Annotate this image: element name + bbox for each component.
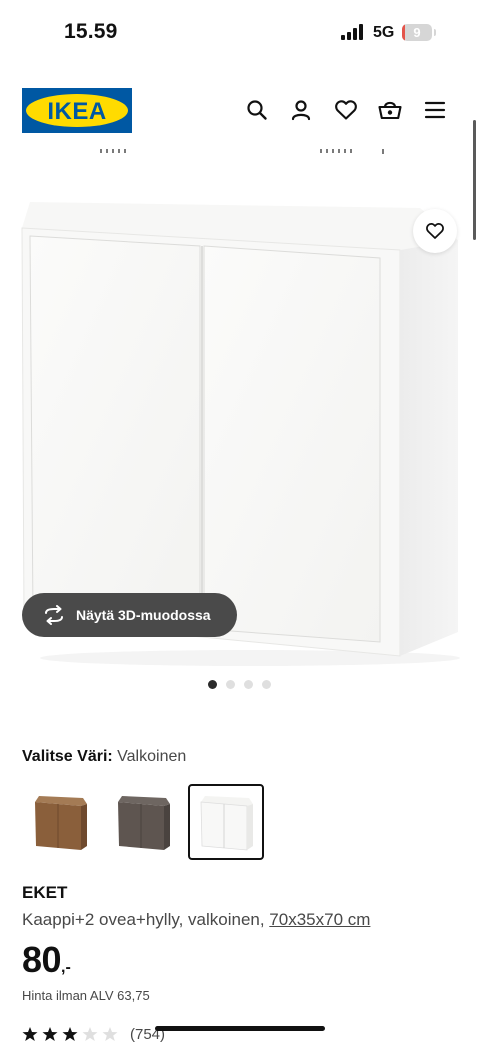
site-header: IKEA (0, 80, 480, 140)
price-excluding-vat: Hinta ilman ALV 63,75 (22, 988, 150, 1003)
heart-icon (426, 223, 444, 239)
home-indicator[interactable] (155, 1026, 325, 1031)
ikea-logo[interactable]: IKEA (22, 88, 132, 133)
product-price: 80 ,- (22, 938, 71, 982)
color-swatch-brown[interactable] (22, 784, 98, 860)
add-to-favorites-button[interactable] (413, 209, 457, 253)
price-value: 80 (22, 939, 62, 980)
selected-color: Valkoinen (117, 748, 187, 765)
network-label: 5G (373, 24, 395, 41)
product-rating[interactable]: (754) (22, 1024, 165, 1044)
user-icon[interactable] (289, 98, 313, 122)
carousel-dot[interactable] (226, 680, 235, 689)
star-icon-filled (62, 1027, 78, 1041)
color-swatch-dark-grey[interactable] (105, 784, 181, 860)
color-swatch-white[interactable] (188, 784, 264, 860)
price-suffix: ,- (61, 959, 71, 976)
search-icon[interactable] (245, 98, 269, 122)
battery-icon: 9 (402, 24, 436, 41)
menu-icon[interactable] (423, 98, 447, 122)
product-description-text: Kaappi+2 ovea+hylly, valkoinen, (22, 910, 270, 929)
color-selector-label: Valitse Väri: Valkoinen (22, 748, 186, 766)
status-time: 15.59 (64, 20, 118, 43)
swatch-cabinet-image (200, 796, 253, 851)
product-description: Kaappi+2 ovea+hylly, valkoinen, 70x35x70… (22, 910, 370, 930)
cutoff-text-line (100, 149, 384, 154)
star-icon-empty (102, 1027, 118, 1041)
heart-icon[interactable] (334, 98, 358, 122)
battery-level: 9 (413, 25, 421, 40)
star-icon-filled (42, 1027, 58, 1041)
status-bar: 15.59 5G 9 (0, 0, 480, 66)
signal-icon (341, 24, 363, 40)
product-size-link[interactable]: 70x35x70 cm (269, 910, 370, 929)
star-icon-filled (22, 1027, 38, 1041)
view-3d-label: Näytä 3D-muodossa (76, 607, 211, 623)
basket-icon[interactable] (378, 98, 402, 122)
carousel-dot[interactable] (244, 680, 253, 689)
color-label: Valitse Väri: (22, 748, 113, 765)
swatch-cabinet-image (35, 796, 87, 850)
carousel-dot[interactable] (208, 680, 217, 689)
swatch-cabinet-image (118, 796, 170, 850)
star-icon-empty (82, 1027, 98, 1041)
carousel-dot[interactable] (262, 680, 271, 689)
rotate-3d-icon (42, 603, 66, 627)
product-name: EKET (22, 883, 68, 902)
view-3d-button[interactable]: Näytä 3D-muodossa (22, 593, 237, 637)
logo-text: IKEA (47, 98, 106, 125)
carousel-dots (0, 680, 480, 690)
